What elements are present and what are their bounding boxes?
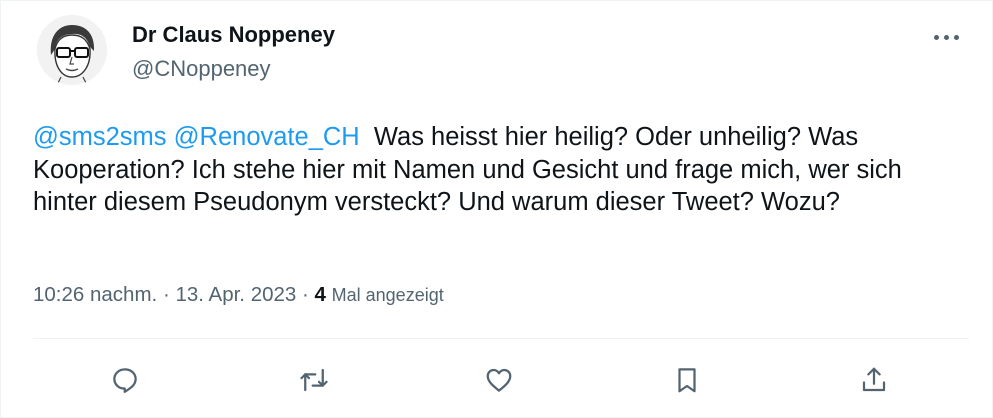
share-icon bbox=[862, 367, 886, 392]
action-bar bbox=[1, 354, 993, 404]
mention-link[interactable]: @sms2sms bbox=[33, 123, 167, 151]
avatar[interactable] bbox=[37, 15, 107, 85]
tweet-text: @sms2sms @Renovate_CH Was heisst hier he… bbox=[33, 121, 953, 219]
bookmark-icon bbox=[678, 368, 696, 393]
dot-icon bbox=[933, 34, 939, 40]
dot-icon bbox=[953, 34, 959, 40]
more-options-button[interactable] bbox=[926, 27, 966, 47]
meta-separator: · bbox=[162, 283, 170, 306]
like-button[interactable] bbox=[479, 360, 519, 400]
share-button[interactable] bbox=[854, 360, 894, 400]
views-label: Mal angezeigt bbox=[331, 285, 444, 305]
bookmark-button[interactable] bbox=[667, 360, 707, 400]
retweet-button[interactable] bbox=[294, 360, 334, 400]
author-name[interactable]: Dr Claus Noppeney bbox=[132, 21, 335, 49]
heart-icon bbox=[486, 368, 512, 392]
tweet-card: Dr Claus Noppeney @CNoppeney @sms2sms @R… bbox=[0, 0, 993, 418]
author-handle[interactable]: @CNoppeney bbox=[132, 55, 271, 83]
divider bbox=[33, 338, 969, 339]
dot-icon bbox=[943, 34, 949, 40]
reply-button[interactable] bbox=[105, 360, 145, 400]
tweet-time[interactable]: 10:26 nachm. bbox=[33, 283, 157, 306]
views-count: 4 bbox=[314, 283, 326, 306]
retweet-icon bbox=[300, 368, 328, 392]
reply-icon bbox=[113, 368, 137, 393]
tweet-date[interactable]: 13. Apr. 2023 bbox=[175, 283, 296, 306]
tweet-meta: 10:26 nachm. · 13. Apr. 2023 · 4 Mal ang… bbox=[33, 282, 444, 308]
person-sketch-icon bbox=[37, 15, 107, 85]
meta-separator: · bbox=[302, 283, 309, 306]
mention-link[interactable]: @Renovate_CH bbox=[174, 123, 360, 151]
